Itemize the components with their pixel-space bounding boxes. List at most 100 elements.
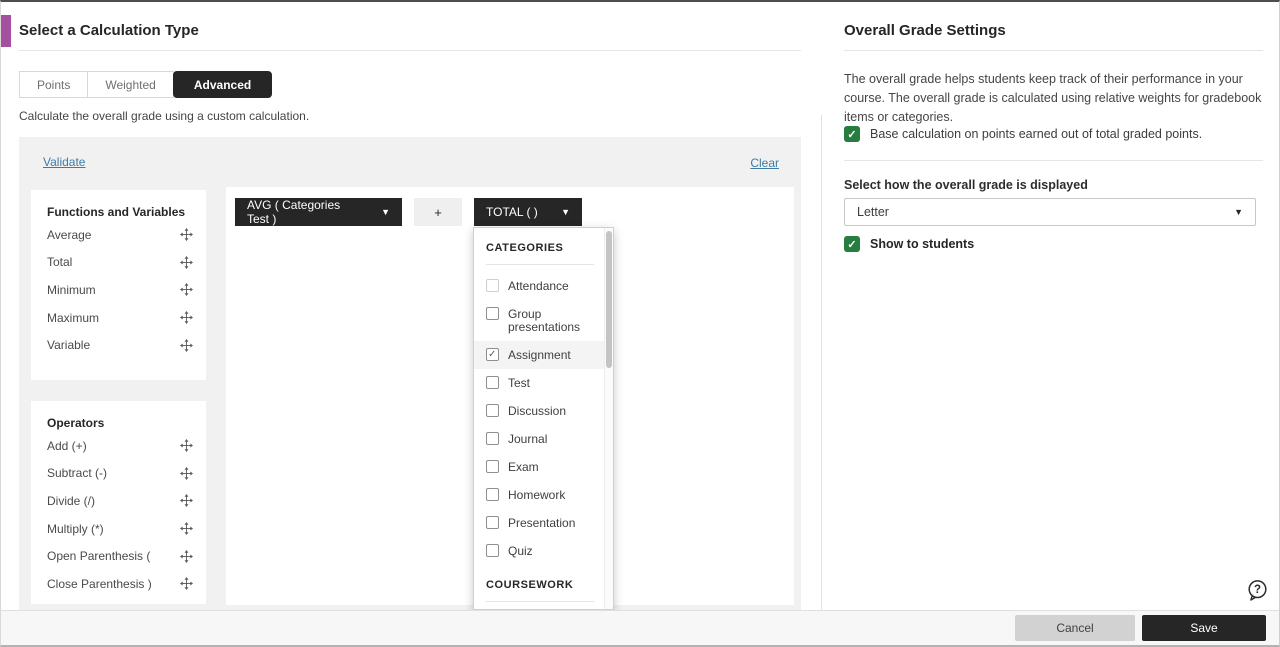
grade-display-value: Letter (857, 205, 889, 219)
overall-grade-description: The overall grade helps students keep tr… (844, 72, 1262, 124)
footer-bar: Cancel Save (1, 610, 1279, 645)
save-button[interactable]: Save (1142, 615, 1266, 641)
operators-card: Operators Add (+) Subtract (-) Divide (/… (31, 401, 206, 604)
category-option[interactable]: Quiz (474, 537, 604, 565)
category-checkbox[interactable] (486, 516, 499, 529)
show-to-students-label: Show to students (870, 237, 975, 251)
operator-item[interactable]: Open Parenthesis ( (31, 542, 206, 570)
move-icon[interactable] (180, 338, 193, 352)
function-item-label: Maximum (47, 310, 100, 325)
cancel-button[interactable]: Cancel (1015, 615, 1135, 641)
category-option[interactable]: Assignment (474, 341, 604, 369)
calculation-type-tabs: Points Weighted Advanced (19, 71, 273, 98)
calculation-builder-panel: Validate Clear Functions and Variables A… (19, 137, 801, 610)
category-checkbox[interactable] (486, 348, 499, 361)
function-item[interactable]: Variable (31, 331, 206, 359)
category-option[interactable]: Homework (474, 481, 604, 509)
category-label: Homework (508, 488, 566, 502)
calculation-settings-dialog: Select a Calculation Type Points Weighte… (0, 0, 1280, 647)
operator-item-label: Subtract (-) (47, 466, 108, 481)
category-checkbox[interactable] (486, 488, 499, 501)
categories-list: CATEGORIES Attendance Group presentation… (474, 228, 604, 609)
expression-chip-row: AVG ( Categories Test ) ▼ + TOTAL ( ) ▼ (226, 187, 794, 226)
page-title: Select a Calculation Type (19, 22, 199, 39)
plus-chip-label: + (434, 204, 442, 220)
show-to-students-checkbox-row[interactable]: ✓ Show to students (844, 236, 974, 252)
category-label: Discussion (508, 404, 567, 418)
calculation-type-tab[interactable]: Advanced (172, 71, 273, 98)
accent-tab (1, 15, 11, 47)
checked-checkbox-icon[interactable]: ✓ (844, 126, 860, 142)
category-label: Quiz (508, 544, 533, 558)
move-icon[interactable] (180, 466, 193, 480)
validate-link[interactable]: Validate (43, 155, 85, 169)
operator-item[interactable]: Add (+) (31, 432, 206, 460)
category-label: Test (508, 376, 531, 390)
category-checkbox[interactable] (486, 376, 499, 389)
category-option[interactable]: Exam (474, 453, 604, 481)
total-function-chip[interactable]: TOTAL ( ) ▼ (474, 198, 582, 226)
total-categories-dropdown: CATEGORIES Attendance Group presentation… (473, 227, 614, 610)
category-label: Exam (508, 460, 539, 474)
function-item[interactable]: Average (31, 221, 206, 249)
title-divider (19, 50, 801, 51)
category-option[interactable]: Discussion (474, 397, 604, 425)
function-item-label: Variable (47, 338, 91, 353)
category-checkbox[interactable] (486, 460, 499, 473)
clear-link[interactable]: Clear (750, 156, 779, 170)
move-icon[interactable] (180, 549, 193, 563)
operator-item[interactable]: Multiply (*) (31, 515, 206, 543)
add-operator-chip[interactable]: + (414, 198, 462, 226)
category-checkbox[interactable] (486, 404, 499, 417)
help-button[interactable]: ? (1246, 579, 1269, 602)
dropdown-scrollbar[interactable] (604, 228, 613, 609)
category-checkbox[interactable] (486, 307, 499, 320)
avg-function-chip[interactable]: AVG ( Categories Test ) ▼ (235, 198, 402, 226)
title-divider (844, 50, 1263, 51)
operator-item[interactable]: Close Parenthesis ) (31, 570, 206, 598)
operator-item[interactable]: Subtract (-) (31, 460, 206, 488)
category-option[interactable]: Attendance (474, 272, 604, 300)
category-label: Assignment (508, 348, 571, 362)
move-icon[interactable] (180, 439, 193, 453)
functions-heading: Functions and Variables (47, 205, 186, 219)
move-icon[interactable] (180, 494, 193, 508)
category-checkbox[interactable] (486, 432, 499, 445)
function-item[interactable]: Minimum (31, 276, 206, 304)
operator-item-label: Add (+) (47, 438, 87, 453)
move-icon[interactable] (180, 228, 193, 242)
grade-display-select[interactable]: Letter ▼ (844, 198, 1256, 226)
category-option[interactable]: Presentation (474, 509, 604, 537)
move-icon[interactable] (180, 283, 193, 297)
function-item[interactable]: Total (31, 249, 206, 277)
move-icon[interactable] (180, 522, 193, 536)
checked-checkbox-icon[interactable]: ✓ (844, 236, 860, 252)
operator-item[interactable]: Divide (/) (31, 487, 206, 515)
calculation-type-tab[interactable]: Points (19, 71, 89, 98)
move-icon[interactable] (180, 311, 193, 325)
settings-divider (844, 160, 1263, 161)
move-icon[interactable] (180, 255, 193, 269)
calculation-type-tab[interactable]: Weighted (88, 71, 174, 98)
scrollbar-thumb[interactable] (606, 231, 612, 368)
function-item[interactable]: Maximum (31, 304, 206, 332)
category-option[interactable]: Group presentations (474, 300, 604, 341)
svg-text:?: ? (1254, 584, 1261, 596)
category-option[interactable]: Journal (474, 425, 604, 453)
functions-and-variables-card: Functions and Variables Average Total Mi… (31, 190, 206, 380)
operator-item-label: Multiply (*) (47, 521, 104, 536)
category-option[interactable]: Test (474, 369, 604, 397)
base-calculation-checkbox-row[interactable]: ✓ Base calculation on points earned out … (844, 126, 1202, 142)
category-checkbox[interactable] (486, 544, 499, 557)
caret-down-icon: ▼ (1234, 207, 1243, 217)
category-label: Attendance (508, 279, 569, 293)
base-calculation-label: Base calculation on points earned out of… (870, 127, 1203, 141)
caret-down-icon: ▼ (381, 207, 390, 217)
category-checkbox[interactable] (486, 279, 499, 292)
operator-item-label: Open Parenthesis ( (47, 549, 151, 564)
dropdown-section-header: CATEGORIES (486, 228, 594, 265)
category-label: Journal (508, 432, 548, 446)
operators-heading: Operators (47, 416, 105, 430)
calculation-description: Calculate the overall grade using a cust… (19, 109, 310, 123)
move-icon[interactable] (180, 577, 193, 591)
